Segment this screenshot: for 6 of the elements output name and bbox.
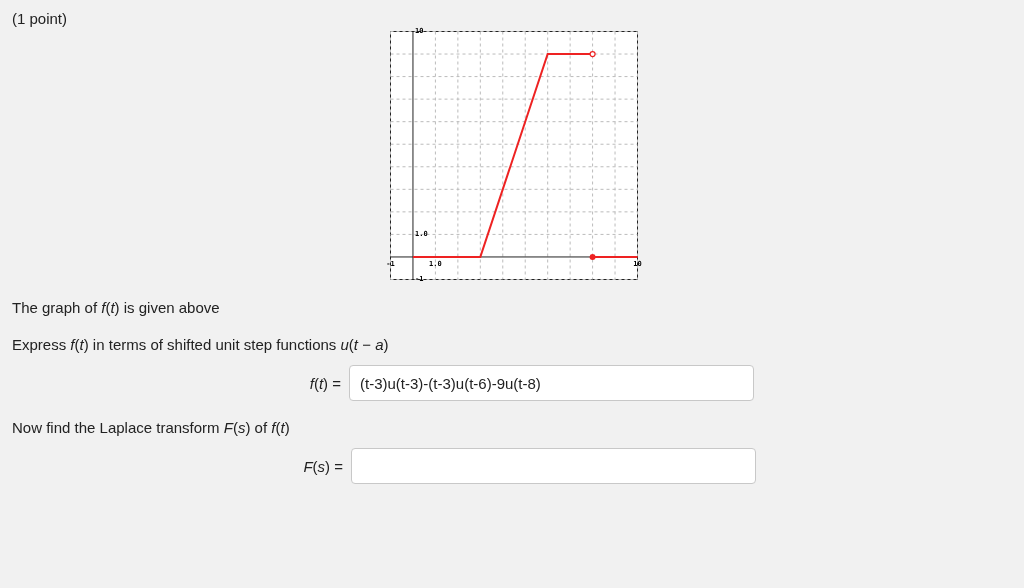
problem-text: Express f(t) in terms of shifted unit step functions u(t − a) [12,336,390,353]
points-label: (1 point) [12,10,69,27]
answer-label: f(t) = [308,374,342,392]
problem-text: Now find the Laplace transform F(s) of f(t) [12,419,291,436]
answer-label: F(s) = [302,457,344,475]
problem-text: The graph of f(t) is given above [12,299,221,316]
